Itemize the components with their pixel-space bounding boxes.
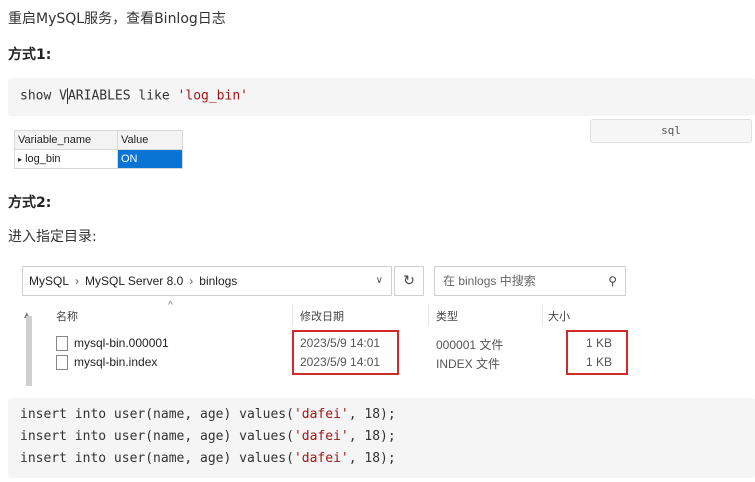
code-keyword-variables: ARIABLES like xyxy=(67,88,178,104)
file-explorer: MySQL › MySQL Server 8.0 › binlogs ∨ ↻ 在 bin… xyxy=(22,266,630,386)
search-box[interactable]: 在 binlogs 中搜索 ⚲ xyxy=(434,266,626,296)
file-name: mysql-bin.000001 xyxy=(74,336,169,350)
column-size[interactable]: 大小 xyxy=(548,308,570,324)
grid-cell-value[interactable]: ON xyxy=(117,149,183,169)
refresh-icon[interactable]: ↻ xyxy=(394,266,424,296)
date-highlight-box xyxy=(292,330,399,375)
insert-code-line: insert into user(name, age) values('dafe… xyxy=(20,404,396,426)
grid-header-value[interactable]: Value xyxy=(117,130,183,150)
code-language-tag[interactable]: sql xyxy=(590,119,752,143)
code-string-log-bin: 'log_bin' xyxy=(177,88,248,104)
file-icon xyxy=(56,336,68,351)
column-type[interactable]: 类型 xyxy=(436,308,458,324)
column-divider[interactable] xyxy=(292,304,293,326)
column-divider[interactable] xyxy=(428,304,429,326)
file-icon xyxy=(56,355,68,370)
grid-cell-name-text: log_bin xyxy=(25,153,61,165)
file-type: INDEX 文件 xyxy=(436,357,501,371)
column-modified[interactable]: 修改日期 xyxy=(300,308,344,324)
breadcrumb-sep-icon: › xyxy=(75,274,80,288)
row-marker-icon: ▸ xyxy=(18,155,23,164)
method2-instruction: 进入指定目录: xyxy=(8,229,97,245)
show-variables-code: show VARIABLES like 'log_bin' xyxy=(8,78,755,116)
method2-heading: 方式2: xyxy=(8,195,52,211)
code-str: 'dafei' xyxy=(293,429,349,444)
file-name: mysql-bin.index xyxy=(74,355,158,369)
code-kw: insert into xyxy=(20,451,114,466)
code-tail: , 18); xyxy=(348,451,396,466)
code-kw: insert into xyxy=(20,429,114,444)
code-mid: user(name, age) values( xyxy=(113,451,294,466)
method1-heading: 方式1: xyxy=(8,47,52,63)
code-tail: , 18); xyxy=(348,429,396,444)
breadcrumb-binlogs[interactable]: binlogs xyxy=(199,274,237,288)
search-placeholder: 在 binlogs 中搜索 xyxy=(443,274,536,288)
size-highlight-box xyxy=(566,330,628,375)
code-mid: user(name, age) values( xyxy=(113,407,294,422)
column-headers: ▴ 名称 ^ 修改日期 类型 大小 xyxy=(22,300,630,326)
insert-code-block: insert into user(name, age) values('dafe… xyxy=(8,398,755,478)
code-keyword-show: show xyxy=(20,88,60,104)
grid-header-variable-name[interactable]: Variable_name xyxy=(14,130,118,150)
column-divider[interactable] xyxy=(542,304,543,326)
breadcrumb-mysql[interactable]: MySQL xyxy=(29,274,69,288)
result-grid: Variable_name Value ▸ log_bin ON xyxy=(14,130,183,169)
code-kw: insert into xyxy=(20,407,114,422)
search-icon[interactable]: ⚲ xyxy=(608,267,617,295)
code-str: 'dafei' xyxy=(293,451,349,466)
code-mid: user(name, age) values( xyxy=(113,429,294,444)
insert-code-line: insert into user(name, age) values('dafe… xyxy=(20,448,396,470)
sort-asc-icon: ^ xyxy=(168,300,173,311)
code-keyword-v: V xyxy=(59,88,67,104)
grid-cell-variable-name[interactable]: ▸ log_bin xyxy=(14,149,118,169)
insert-code-line: insert into user(name, age) values('dafe… xyxy=(20,426,396,448)
column-name[interactable]: 名称 xyxy=(56,308,78,324)
code-str: 'dafei' xyxy=(293,407,349,422)
chevron-down-icon[interactable]: ∨ xyxy=(376,267,383,295)
intro-text: 重启MySQL服务，查看Binlog日志 xyxy=(8,11,226,27)
code-tail: , 18); xyxy=(348,407,396,422)
address-bar[interactable]: MySQL › MySQL Server 8.0 › binlogs ∨ xyxy=(22,266,392,296)
file-type: 000001 文件 xyxy=(436,338,504,352)
breadcrumb-sep-icon: › xyxy=(189,274,194,288)
breadcrumb-mysql-server[interactable]: MySQL Server 8.0 xyxy=(85,274,183,288)
